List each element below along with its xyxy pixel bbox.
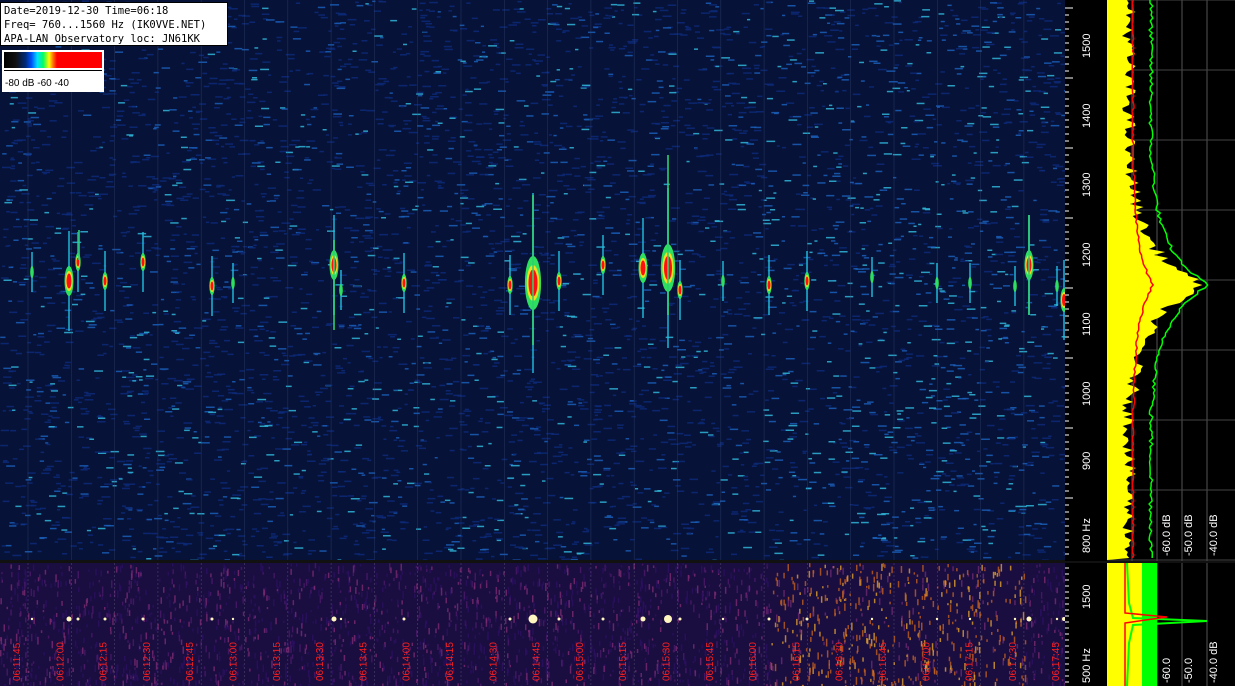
color-scale-ticks bbox=[4, 70, 102, 75]
freq-tick-1200: 1200 bbox=[1081, 242, 1093, 267]
waterfall-display bbox=[0, 0, 1065, 561]
time-label: 06:15:00 bbox=[575, 642, 586, 681]
time-label: 06:17:00 bbox=[921, 642, 932, 681]
time-label: 06:14:00 bbox=[402, 642, 413, 681]
time-label: 06:15:15 bbox=[618, 642, 629, 681]
frequency-axis-ticks bbox=[1065, 7, 1073, 555]
freq-tick-1400: 1400 bbox=[1081, 103, 1093, 128]
lt-db-label-50: -50.0 bbox=[1183, 657, 1195, 683]
time-label: 06:16:00 bbox=[748, 642, 759, 681]
frequency-range-label: Freq= 760...1560 Hz (IK0VVE.NET) bbox=[4, 19, 207, 31]
freq-tick-1300: 1300 bbox=[1081, 172, 1093, 197]
frequency-axis: 1500 1400 1300 1200 1100 1000 900 800 Hz bbox=[1065, 0, 1107, 561]
freq-tick-1500: 1500 bbox=[1081, 33, 1093, 58]
date-time-label: Date=2019-12-30 Time=06:18 bbox=[4, 5, 169, 17]
color-scale-labels: -80 dB -60 -40 bbox=[5, 78, 69, 89]
spectrum-canvas bbox=[1107, 0, 1235, 561]
freq-tick-1000: 1000 bbox=[1081, 381, 1093, 406]
long-term-frequency-axis: 1500 500 Hz bbox=[1065, 563, 1107, 686]
time-label: 06:15:45 bbox=[705, 642, 716, 681]
time-label: 06:17:15 bbox=[965, 642, 976, 681]
color-scale-legend: -80 dB -60 -40 bbox=[2, 50, 104, 92]
spectrum-plot: -60.0 dB -50.0 dB -40.0 dB bbox=[1107, 0, 1235, 561]
freq-tick-900: 900 bbox=[1081, 451, 1093, 470]
time-label: 06:16:45 bbox=[878, 642, 889, 681]
spectrum-db-label-60: -60.0 dB bbox=[1161, 514, 1173, 556]
spectrum-db-label-50: -50.0 dB bbox=[1183, 514, 1195, 556]
freq-tick-1100: 1100 bbox=[1081, 312, 1093, 336]
freq-tick-800: 800 Hz bbox=[1081, 518, 1093, 553]
time-label: 06:11:45 bbox=[12, 642, 23, 681]
time-label: 06:16:30 bbox=[835, 642, 846, 681]
time-label: 06:13:45 bbox=[358, 642, 369, 681]
time-label: 06:12:30 bbox=[142, 642, 153, 681]
time-label: 06:12:15 bbox=[99, 642, 110, 681]
time-label: 06:14:30 bbox=[488, 642, 499, 681]
spectrum-db-label-40: -40.0 dB bbox=[1208, 514, 1220, 556]
time-label: 06:13:30 bbox=[315, 642, 326, 681]
time-label: 06:17:30 bbox=[1008, 642, 1019, 681]
lt-db-label-40: -40.0 dB bbox=[1208, 641, 1220, 683]
time-label: 06:13:15 bbox=[272, 642, 283, 681]
long-term-spectrum: -60.0 -50.0 -40.0 dB bbox=[1107, 563, 1235, 686]
waterfall-canvas bbox=[0, 0, 1065, 561]
lt-freq-tick-1500: 1500 bbox=[1081, 584, 1093, 609]
long-term-canvas: 06:11:45 06:12:00 06:12:15 06:12:30 06:12:45… bbox=[0, 563, 1065, 686]
time-label: 06:14:45 bbox=[532, 642, 543, 681]
time-label: 06:12:00 bbox=[55, 642, 66, 681]
time-label: 06:15:30 bbox=[662, 642, 673, 681]
info-box: Date=2019-12-30 Time=06:18 Freq= 760...1… bbox=[0, 2, 228, 46]
lt-freq-tick-500: 500 Hz bbox=[1081, 648, 1093, 683]
time-label: 06:13:00 bbox=[229, 642, 240, 681]
time-label: 06:14:15 bbox=[445, 642, 456, 681]
time-label: 06:16:15 bbox=[791, 642, 802, 681]
long-term-waterfall: 06:11:45 06:12:00 06:12:15 06:12:30 06:12:45… bbox=[0, 563, 1065, 686]
time-label: 06:12:45 bbox=[185, 642, 196, 681]
time-label: 06:17:45 bbox=[1051, 642, 1062, 681]
color-scale-bar bbox=[4, 52, 102, 68]
observatory-label: APA-LAN Observatory loc: JN61KK bbox=[4, 33, 200, 45]
lt-db-label-60: -60.0 bbox=[1161, 657, 1173, 683]
